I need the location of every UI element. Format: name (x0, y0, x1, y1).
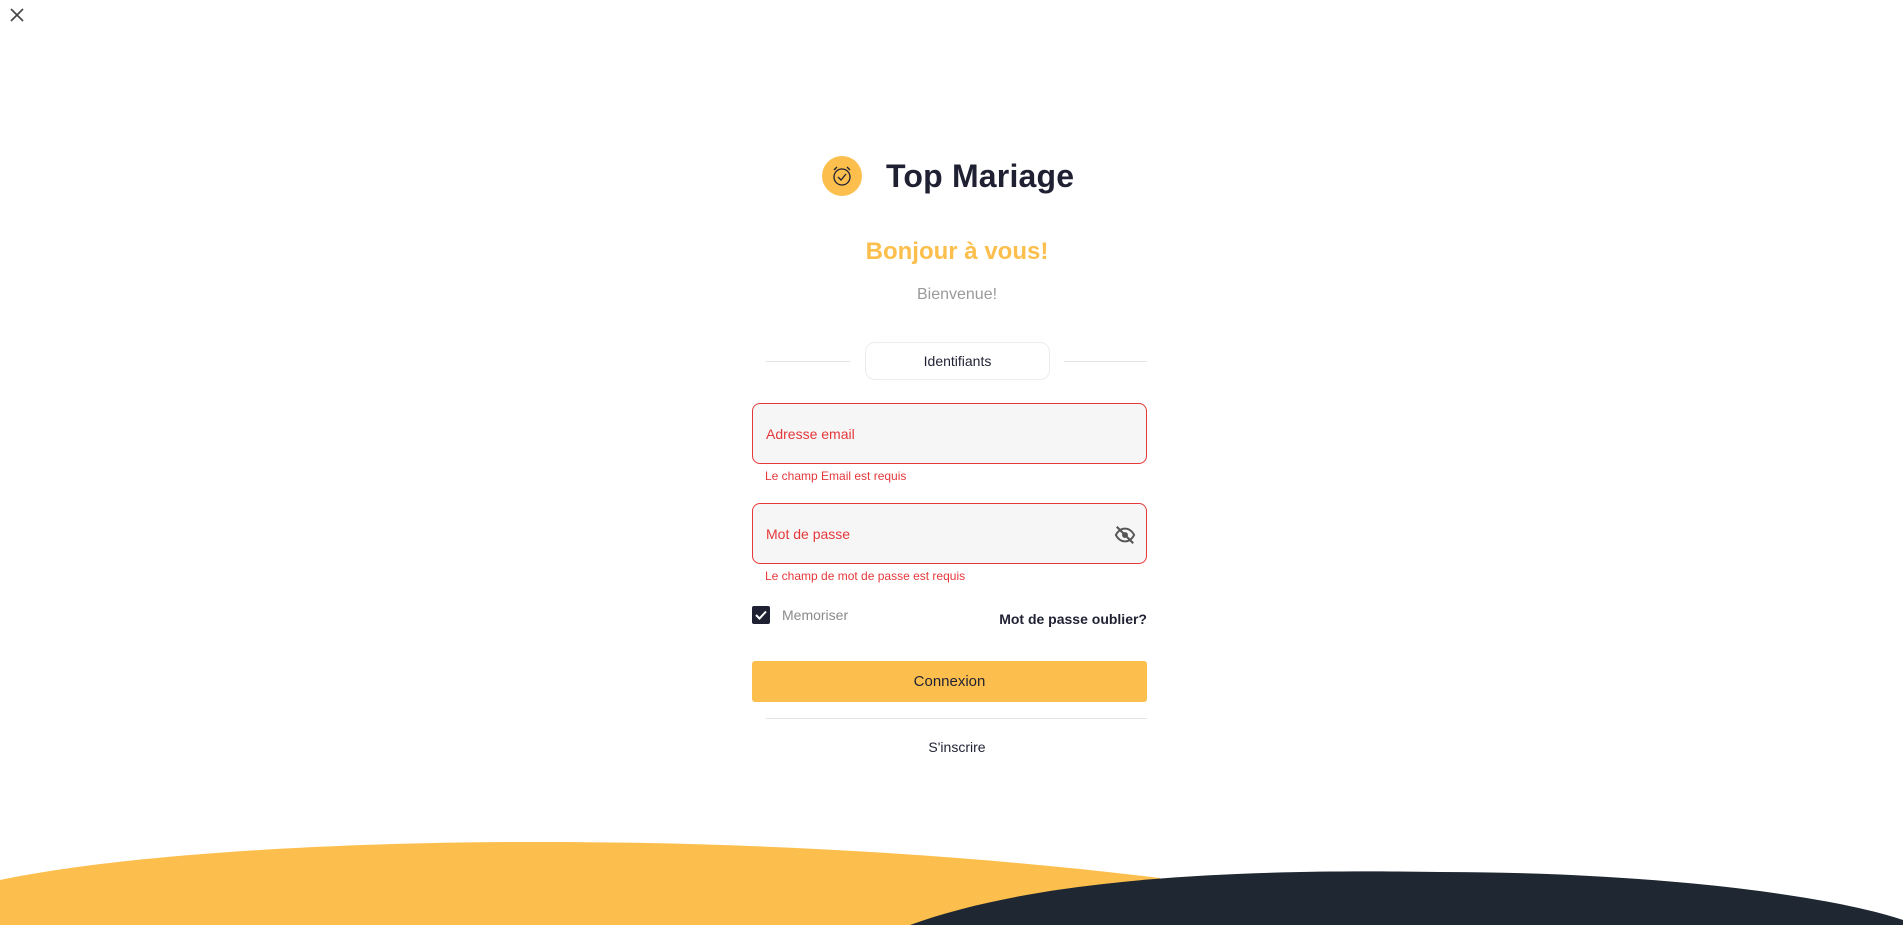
checkmark-icon (755, 610, 767, 620)
toggle-password-visibility-button[interactable] (1112, 522, 1138, 548)
password-error: Le champ de mot de passe est requis (765, 569, 966, 583)
checkbox-box[interactable] (752, 606, 770, 624)
signup-link[interactable]: S'inscrire (928, 739, 985, 755)
page-title: Bonjour à vous! (865, 238, 1049, 265)
remember-me-label: Memoriser (782, 607, 849, 623)
divider-line-left (766, 361, 850, 362)
bottom-divider (766, 718, 1147, 719)
close-icon (10, 8, 24, 22)
brand-logo (822, 156, 862, 196)
page-subtitle: Bienvenue! (916, 286, 998, 303)
forgot-password-link[interactable]: Mot de passe oublier? (999, 611, 1147, 627)
email-field-label: Adresse email (766, 425, 855, 442)
email-error: Le champ Email est requis (765, 469, 907, 483)
password-field-label: Mot de passe (766, 525, 851, 542)
eye-off-icon (1114, 526, 1136, 544)
divider-line-right (1064, 361, 1147, 362)
decorative-waves (0, 841, 1903, 925)
login-button[interactable]: Connexion (752, 661, 1147, 702)
signup-row: S'inscrire (0, 739, 1903, 755)
close-button[interactable] (6, 4, 28, 26)
password-field[interactable]: Mot de passe (752, 503, 1147, 564)
brand: Top Mariage (822, 156, 1074, 196)
credentials-divider: Identifiants (766, 342, 1147, 380)
brand-name: Top Mariage (886, 157, 1075, 194)
remember-me-checkbox[interactable]: Memoriser (752, 606, 848, 624)
alarm-clock-icon (833, 166, 851, 186)
email-field[interactable]: Adresse email (752, 403, 1147, 464)
login-page: Top Mariage Bonjour à vous! Bienvenue! I… (0, 0, 1903, 925)
credentials-label: Identifiants (865, 342, 1050, 380)
